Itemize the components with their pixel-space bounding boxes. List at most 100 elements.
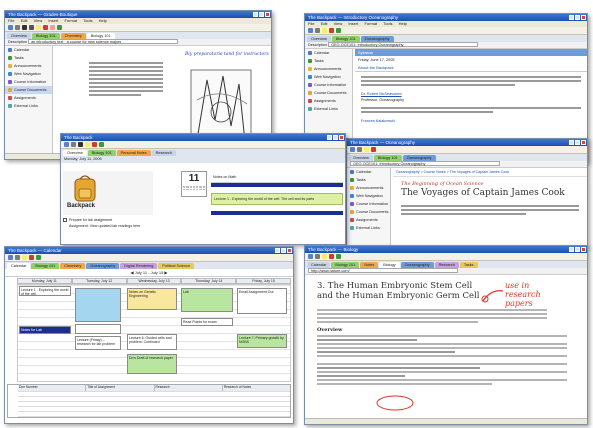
print-icon[interactable] xyxy=(357,147,362,152)
window-title-bar[interactable]: The Backpack — Biology xyxy=(305,246,587,253)
agenda-row[interactable]: Notes on Math xyxy=(211,171,343,183)
minimize-icon[interactable] xyxy=(569,15,574,20)
minimize-icon[interactable] xyxy=(275,248,280,253)
checkbox[interactable] xyxy=(63,218,67,222)
save-icon[interactable] xyxy=(350,147,355,152)
pen-icon[interactable] xyxy=(43,25,48,30)
pen-icon[interactable] xyxy=(329,254,334,259)
sidebar-item-tasks[interactable]: Tasks xyxy=(5,54,52,62)
menu-help[interactable]: Help xyxy=(99,18,107,23)
maximize-icon[interactable] xyxy=(575,247,580,252)
highlight-icon[interactable] xyxy=(85,142,90,147)
close-icon[interactable] xyxy=(581,247,586,252)
maximize-icon[interactable] xyxy=(575,15,580,20)
task-item[interactable]: Assignment: View updated lab readings he… xyxy=(63,224,209,228)
sidebar-item-tasks[interactable]: Tasks xyxy=(347,176,390,184)
event-block[interactable]: Lecture 6: Guided cells and problem: Con… xyxy=(127,334,177,350)
menu-insert[interactable]: Insert xyxy=(348,21,358,26)
event-block[interactable] xyxy=(75,324,121,334)
sidebar-item-announcements[interactable]: Announcements xyxy=(347,184,390,192)
shape-icon[interactable] xyxy=(336,28,341,33)
sidebar-item-calendar[interactable]: Calendar xyxy=(305,49,352,57)
menu-help[interactable]: Help xyxy=(399,21,407,26)
event-block[interactable]: Email Assignment Out xyxy=(237,288,287,314)
menu-insert[interactable]: Insert xyxy=(48,18,58,23)
url-field[interactable]: http://www.nature.com/ xyxy=(308,268,458,273)
tab-calendar[interactable]: Calendar xyxy=(7,263,31,269)
event-block[interactable]: Read Points for exam xyxy=(181,318,233,326)
save-icon[interactable] xyxy=(8,255,13,260)
calendar-widget[interactable]: 11 xyxy=(181,171,207,197)
print-icon[interactable] xyxy=(315,254,320,259)
maximize-icon[interactable] xyxy=(259,12,264,17)
tab-chemistry[interactable]: Chemistry xyxy=(60,263,86,269)
save-icon[interactable] xyxy=(308,28,313,33)
menu-view[interactable]: View xyxy=(34,18,43,23)
save-icon[interactable] xyxy=(8,25,13,30)
event-block[interactable]: Notes for Lab xyxy=(19,326,71,334)
close-icon[interactable] xyxy=(581,15,586,20)
bold-icon[interactable] xyxy=(78,142,83,147)
description-field[interactable]: an introductory text · a course for new … xyxy=(28,39,179,44)
highlight-icon[interactable] xyxy=(22,255,27,260)
menu-edit[interactable]: Edit xyxy=(321,21,328,26)
sidebar-item-web-navigation[interactable]: Web Navigation xyxy=(305,73,352,81)
sidebar-item-course-documents[interactable]: Course Documents xyxy=(5,86,52,94)
menu-format[interactable]: Format xyxy=(364,21,377,26)
close-icon[interactable] xyxy=(265,12,270,17)
agenda-row-highlight[interactable]: Lecture 1 - Exploring the world of the c… xyxy=(211,193,343,205)
shape-icon[interactable] xyxy=(57,25,62,30)
sidebar-item-tasks[interactable]: Tasks xyxy=(305,57,352,65)
print-icon[interactable] xyxy=(15,255,20,260)
menu-view[interactable]: View xyxy=(334,21,343,26)
event-block[interactable]: Notes on Genetic Engineering xyxy=(127,288,177,310)
shape-icon[interactable] xyxy=(99,142,104,147)
task-item[interactable]: Prepare for lab assignment xyxy=(63,218,209,222)
menu-format[interactable]: Format xyxy=(64,18,77,23)
sidebar-item-external-links[interactable]: External Links xyxy=(5,102,52,110)
sidebar-item-external-links[interactable]: External Links xyxy=(347,224,390,232)
tab-biology[interactable]: Biology 101 xyxy=(31,263,60,269)
minimize-icon[interactable] xyxy=(327,135,332,140)
next-week-icon[interactable]: ▶ xyxy=(164,270,167,275)
pen-icon[interactable] xyxy=(29,255,34,260)
tab-tasks[interactable]: Tasks xyxy=(459,262,478,268)
maximize-icon[interactable] xyxy=(333,135,338,140)
menu-file[interactable]: File xyxy=(308,21,314,26)
highlight-icon[interactable] xyxy=(36,25,41,30)
event-block[interactable]: Lecture 1 - Exploring the world of the c… xyxy=(19,286,71,296)
highlight-icon[interactable] xyxy=(322,254,327,259)
print-icon[interactable] xyxy=(315,28,320,33)
pen-icon[interactable] xyxy=(92,142,97,147)
sidebar-item-announcements[interactable]: Announcements xyxy=(305,65,352,73)
highlight-icon[interactable] xyxy=(322,28,327,33)
sidebar-item-calendar[interactable]: Calendar xyxy=(5,46,52,54)
minimize-icon[interactable] xyxy=(253,12,258,17)
window-title-bar[interactable]: The Backpack — Introductory Oceanography xyxy=(305,14,587,21)
sidebar-item-course-info[interactable]: Course Information xyxy=(305,81,352,89)
window-title-bar[interactable]: The Backpack — Oceanography xyxy=(347,139,587,146)
description-field[interactable]: GEO-OCE101: Introductory Oceanography xyxy=(328,42,479,47)
sidebar-item-assignments[interactable]: Assignments xyxy=(5,94,52,102)
sidebar-item-course-info[interactable]: Course Information xyxy=(5,78,52,86)
close-icon[interactable] xyxy=(287,248,292,253)
pen-icon[interactable] xyxy=(329,28,334,33)
menu-tools[interactable]: Tools xyxy=(83,18,92,23)
sidebar-item-web-navigation[interactable]: Web Navigation xyxy=(5,70,52,78)
tab-research[interactable]: Research xyxy=(151,150,176,156)
sidebar-item-announcements[interactable]: Announcements xyxy=(5,62,52,70)
sidebar-item-web-navigation[interactable]: Web Navigation xyxy=(347,192,390,200)
sidebar-item-course-info[interactable]: Course Information xyxy=(347,200,390,208)
print-icon[interactable] xyxy=(15,25,20,30)
menu-edit[interactable]: Edit xyxy=(21,18,28,23)
menu-file[interactable]: File xyxy=(8,18,14,23)
maximize-icon[interactable] xyxy=(575,140,580,145)
sidebar-item-assignments[interactable]: Assignments xyxy=(347,216,390,224)
menu-tools[interactable]: Tools xyxy=(383,21,392,26)
sidebar-item-calendar[interactable]: Calendar xyxy=(347,168,390,176)
tab-oceanography[interactable]: Oceanography xyxy=(86,263,120,269)
sidebar-item-assignments[interactable]: Assignments xyxy=(305,97,352,105)
window-title-bar[interactable]: The Backpack — Grades-Boutique xyxy=(5,11,271,18)
sidebar-item-course-documents[interactable]: Course Documents xyxy=(347,208,390,216)
shape-icon[interactable] xyxy=(36,255,41,260)
